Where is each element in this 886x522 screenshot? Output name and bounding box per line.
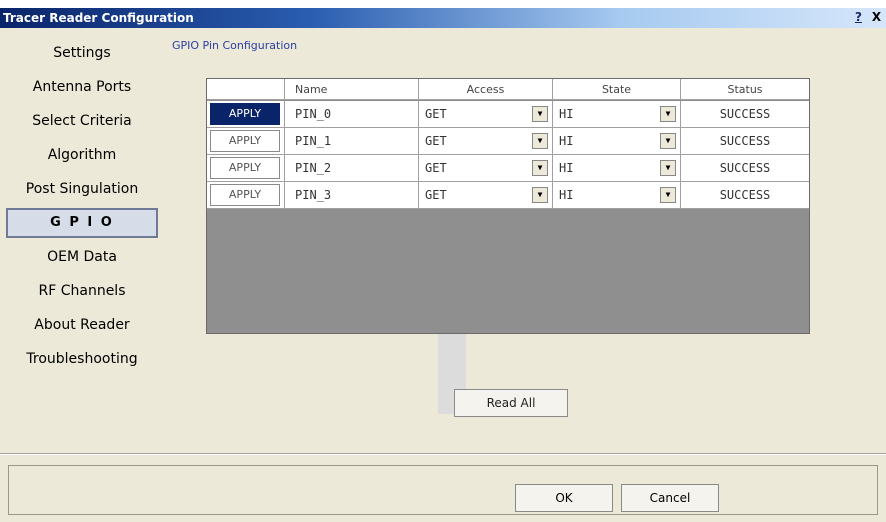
- status-value: SUCCESS: [719, 107, 771, 121]
- access-value: GET: [425, 134, 447, 148]
- window-title: Tracer Reader Configuration: [3, 11, 194, 25]
- state-value: HI: [559, 107, 574, 121]
- access-value: GET: [425, 188, 447, 202]
- pin-name: PIN_2: [285, 155, 419, 181]
- gpio-grid: Name Access State Status APPLY PIN_0 GET…: [206, 78, 810, 334]
- chevron-down-icon[interactable]: ▼: [660, 160, 676, 176]
- apply-button[interactable]: APPLY: [210, 184, 280, 206]
- state-select[interactable]: HI ▼: [553, 128, 681, 154]
- sidebar-item-algorithm[interactable]: Algorithm: [6, 140, 158, 170]
- state-select[interactable]: HI ▼: [553, 155, 681, 181]
- chevron-down-icon[interactable]: ▼: [532, 187, 548, 203]
- sidebar-item-about-reader[interactable]: About Reader: [6, 310, 158, 340]
- state-value: HI: [559, 134, 574, 148]
- help-button[interactable]: ?: [851, 10, 866, 25]
- sidebar: Settings Antenna Ports Select Criteria A…: [6, 30, 158, 450]
- header-state: State: [553, 79, 681, 100]
- sidebar-item-rf-channels[interactable]: RF Channels: [6, 276, 158, 306]
- chevron-down-icon[interactable]: ▼: [660, 187, 676, 203]
- button-panel: [8, 465, 878, 515]
- header-apply: [207, 79, 285, 100]
- apply-cell: APPLY: [207, 101, 285, 127]
- sidebar-item-oem-data[interactable]: OEM Data: [6, 242, 158, 272]
- state-value: HI: [559, 161, 574, 175]
- pin-name: PIN_1: [285, 128, 419, 154]
- table-row: APPLY PIN_3 GET ▼ HI ▼ SUCCESS: [207, 182, 809, 209]
- top-strip: [0, 0, 886, 8]
- chevron-down-icon[interactable]: ▼: [660, 133, 676, 149]
- chevron-down-icon[interactable]: ▼: [532, 160, 548, 176]
- bottom-divider: [0, 453, 886, 455]
- sidebar-item-gpio[interactable]: G P I O: [6, 208, 158, 238]
- sidebar-item-select-criteria[interactable]: Select Criteria: [6, 106, 158, 136]
- access-value: GET: [425, 161, 447, 175]
- state-value: HI: [559, 188, 574, 202]
- table-row: APPLY PIN_2 GET ▼ HI ▼ SUCCESS: [207, 155, 809, 182]
- grid-header-row: Name Access State Status: [207, 79, 809, 100]
- apply-cell: APPLY: [207, 155, 285, 181]
- access-select[interactable]: GET ▼: [419, 128, 553, 154]
- sidebar-item-antenna-ports[interactable]: Antenna Ports: [6, 72, 158, 102]
- dialog-window: Tracer Reader Configuration ? X Settings…: [0, 8, 886, 522]
- chevron-down-icon[interactable]: ▼: [532, 106, 548, 122]
- header-access: Access: [419, 79, 553, 100]
- apply-button[interactable]: APPLY: [210, 157, 280, 179]
- cancel-button[interactable]: Cancel: [621, 484, 719, 512]
- apply-cell: APPLY: [207, 182, 285, 208]
- table-row: APPLY PIN_1 GET ▼ HI ▼ SUCCESS: [207, 128, 809, 155]
- chevron-down-icon[interactable]: ▼: [532, 133, 548, 149]
- title-bar: Tracer Reader Configuration ? X: [0, 8, 886, 28]
- status-value: SUCCESS: [719, 188, 771, 202]
- apply-cell: APPLY: [207, 128, 285, 154]
- header-name: Name: [285, 79, 419, 100]
- access-select[interactable]: GET ▼: [419, 182, 553, 208]
- status-value: SUCCESS: [719, 134, 771, 148]
- state-select[interactable]: HI ▼: [553, 182, 681, 208]
- header-status: Status: [727, 83, 763, 96]
- pin-name: PIN_0: [285, 101, 419, 127]
- access-select[interactable]: GET ▼: [419, 101, 553, 127]
- page-title: GPIO Pin Configuration: [172, 39, 298, 52]
- read-all-button[interactable]: Read All: [454, 389, 568, 417]
- apply-button[interactable]: APPLY: [210, 103, 280, 125]
- close-button[interactable]: X: [869, 10, 884, 25]
- title-buttons: ? X: [851, 10, 884, 26]
- status-value: SUCCESS: [719, 161, 771, 175]
- access-value: GET: [425, 107, 447, 121]
- sidebar-item-post-singulation[interactable]: Post Singulation: [6, 174, 158, 204]
- state-select[interactable]: HI ▼: [553, 101, 681, 127]
- sidebar-item-settings[interactable]: Settings: [6, 38, 158, 68]
- table-row: APPLY PIN_0 GET ▼ HI ▼ SUCCESS: [207, 101, 809, 128]
- chevron-down-icon[interactable]: ▼: [660, 106, 676, 122]
- access-select[interactable]: GET ▼: [419, 155, 553, 181]
- ok-button[interactable]: OK: [515, 484, 613, 512]
- sidebar-item-troubleshooting[interactable]: Troubleshooting: [6, 344, 158, 374]
- pin-name: PIN_3: [285, 182, 419, 208]
- apply-button[interactable]: APPLY: [210, 130, 280, 152]
